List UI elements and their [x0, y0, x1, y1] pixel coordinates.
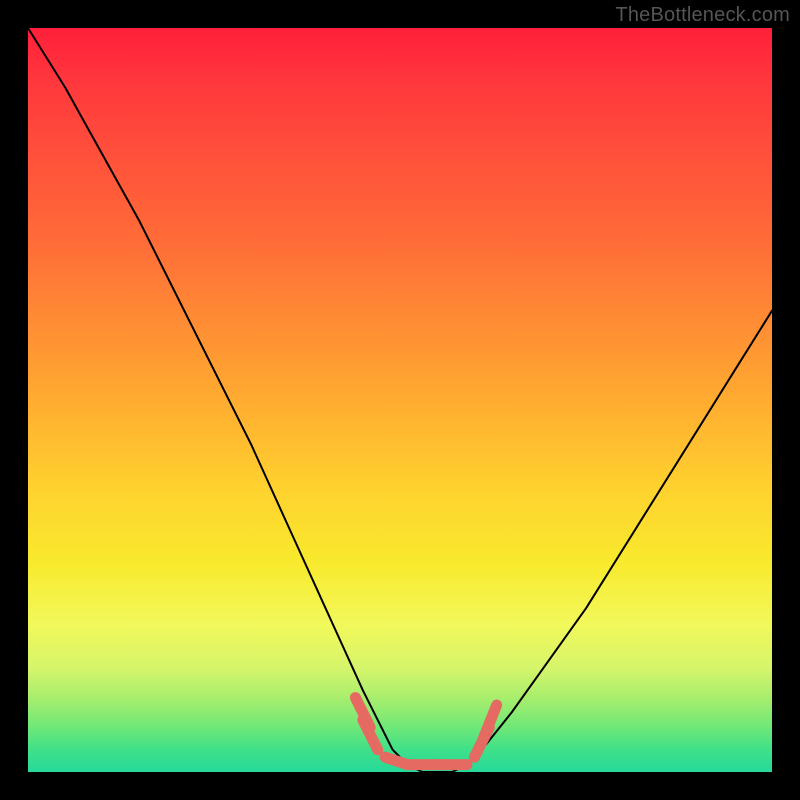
bottleneck-curve — [28, 28, 772, 772]
highlight-pill — [482, 705, 497, 742]
highlight-pill — [363, 720, 378, 750]
plot-area — [28, 28, 772, 772]
chart-frame: TheBottleneck.com — [0, 0, 800, 800]
curve-layer — [28, 28, 772, 772]
watermark-text: TheBottleneck.com — [615, 4, 790, 27]
